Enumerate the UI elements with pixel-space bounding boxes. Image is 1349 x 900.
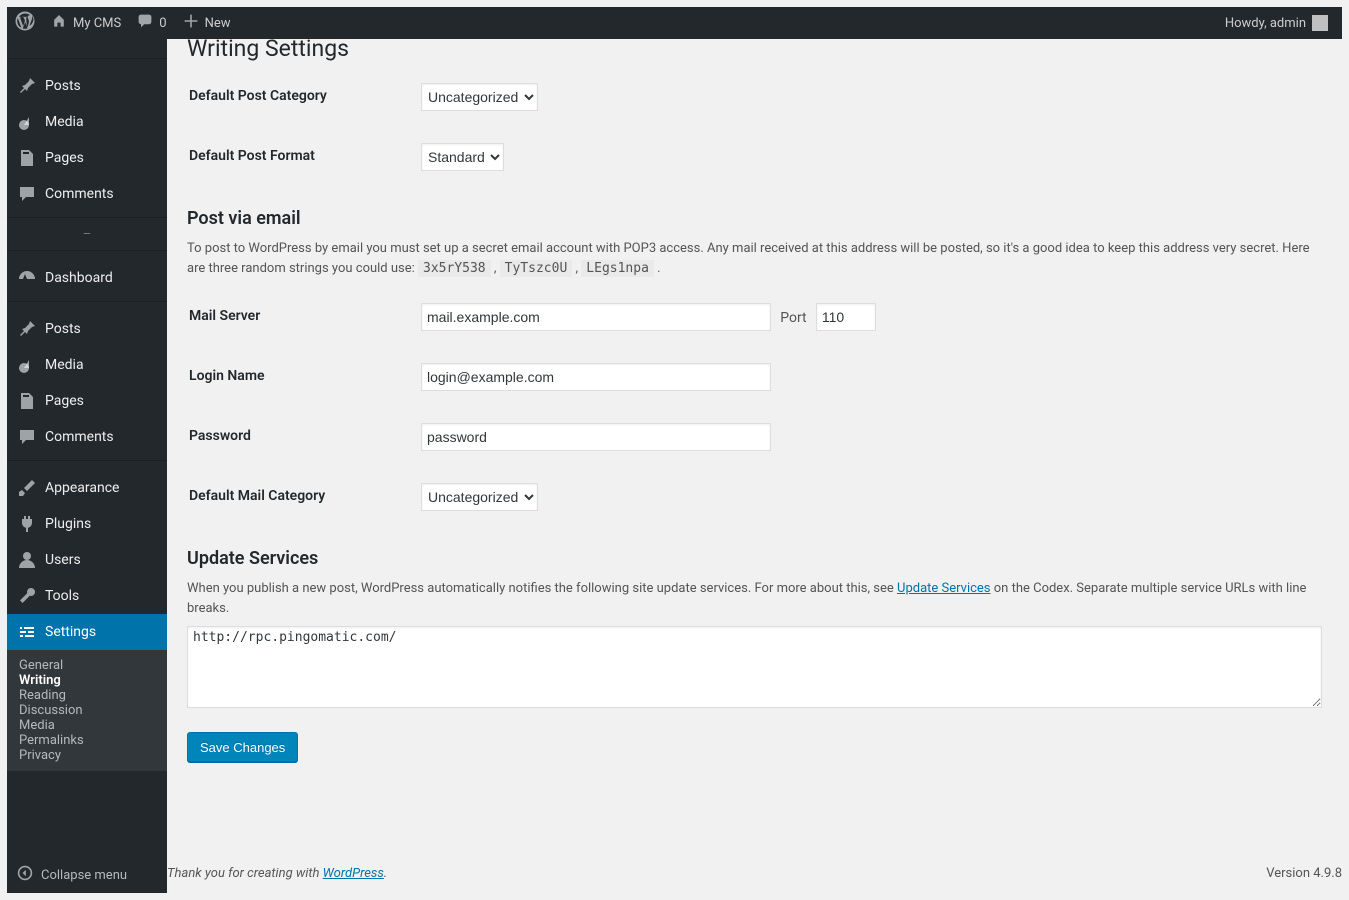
comment-icon — [137, 13, 153, 33]
admin-toolbar: My CMS 0 New Howdy, admin — [7, 7, 1342, 39]
sidebar-item-pages-b[interactable]: Pages — [7, 383, 167, 419]
comments-link[interactable]: 0 — [129, 7, 174, 39]
avatar-icon — [1312, 15, 1328, 31]
login-name-label: Login Name — [189, 348, 409, 406]
sidebar-item-appearance[interactable]: Appearance — [7, 470, 167, 506]
new-label: New — [205, 16, 231, 31]
wrench-icon — [17, 586, 37, 606]
update-services-link[interactable]: Update Services — [897, 581, 991, 596]
mail-server-input[interactable] — [421, 303, 771, 331]
settings-submenu: General Writing Reading Discussion Media… — [7, 650, 167, 771]
collapse-icon — [17, 865, 33, 885]
password-label: Password — [189, 408, 409, 466]
port-input[interactable] — [816, 303, 876, 331]
update-services-heading: Update Services — [187, 548, 1322, 569]
mail-category-label: Default Mail Category — [189, 468, 409, 526]
port-label: Port — [780, 310, 806, 326]
sidebar-item-dashboard[interactable]: Dashboard — [7, 260, 167, 296]
pin-icon — [17, 76, 37, 96]
brush-icon — [17, 478, 37, 498]
default-format-label: Default Post Format — [189, 128, 409, 186]
pin-icon — [17, 319, 37, 339]
site-name: My CMS — [73, 16, 121, 31]
gauge-icon — [17, 39, 37, 41]
admin-footer: Thank you for creating with WordPress. V… — [167, 848, 1342, 893]
random-code-3: LEgs1npa — [581, 260, 654, 277]
mail-category-select[interactable]: Uncategorized — [421, 483, 538, 511]
account-link[interactable]: Howdy, admin — [1217, 7, 1336, 39]
sidebar-item-users[interactable]: Users — [7, 542, 167, 578]
sidebar-item-media[interactable]: Media — [7, 104, 167, 140]
collapse-menu[interactable]: Collapse menu — [7, 857, 167, 893]
update-services-desc: When you publish a new post, WordPress a… — [187, 579, 1322, 618]
comments-count: 0 — [159, 16, 166, 31]
main-content: Writing Settings Default Post Category U… — [167, 39, 1342, 893]
password-input[interactable] — [421, 423, 771, 451]
sidebar-item-plugins[interactable]: Plugins — [7, 506, 167, 542]
default-format-select[interactable]: Standard — [421, 143, 504, 171]
wordpress-link[interactable]: WordPress — [323, 866, 384, 881]
random-code-1: 3x5rY538 — [418, 260, 491, 277]
comment-icon — [17, 184, 37, 204]
howdy-text: Howdy, admin — [1225, 16, 1306, 31]
sidebar-item-media-b[interactable]: Media — [7, 347, 167, 383]
sidebar-item-comments-b[interactable]: Comments — [7, 419, 167, 455]
login-name-input[interactable] — [421, 363, 771, 391]
version-text: Version 4.9.8 — [1266, 866, 1342, 881]
mail-server-label: Mail Server — [189, 288, 409, 346]
page-icon — [17, 391, 37, 411]
new-content-link[interactable]: New — [175, 7, 239, 39]
home-icon — [51, 13, 67, 33]
default-category-label: Default Post Category — [189, 68, 409, 126]
sidebar-item-settings[interactable]: Settings — [7, 614, 167, 650]
random-code-2: TyTszc0U — [500, 260, 573, 277]
wordpress-icon — [15, 11, 35, 35]
page-title: Writing Settings — [187, 39, 1322, 66]
sidebar-item-posts[interactable]: Posts — [7, 68, 167, 104]
sliders-icon — [17, 622, 37, 642]
site-name-link[interactable]: My CMS — [43, 7, 129, 39]
sidebar-item-tools[interactable]: Tools — [7, 578, 167, 614]
admin-sidebar: Dashboard Posts Media Pages Comments – D… — [7, 39, 167, 893]
save-button[interactable]: Save Changes — [187, 732, 298, 762]
user-icon — [17, 550, 37, 570]
ping-sites-textarea[interactable]: http://rpc.pingomatic.com/ — [187, 626, 1322, 708]
plug-icon — [17, 514, 37, 534]
media-icon — [17, 355, 37, 375]
default-category-select[interactable]: Uncategorized — [421, 83, 538, 111]
sidebar-item-truncated[interactable]: Dashboard — [7, 39, 167, 49]
sidebar-item-comments[interactable]: Comments — [7, 176, 167, 212]
gauge-icon — [17, 268, 37, 288]
admin-menu: Dashboard Posts Media Pages Comments – D… — [7, 39, 167, 650]
submenu-privacy[interactable]: Privacy — [7, 743, 73, 768]
sidebar-item-posts-b[interactable]: Posts — [7, 311, 167, 347]
post-via-email-heading: Post via email — [187, 208, 1322, 229]
page-icon — [17, 148, 37, 168]
media-icon — [17, 112, 37, 132]
post-via-email-desc: To post to WordPress by email you must s… — [187, 239, 1322, 278]
comment-icon — [17, 427, 37, 447]
sidebar-item-pages[interactable]: Pages — [7, 140, 167, 176]
plus-icon — [183, 13, 199, 33]
wp-logo-menu[interactable] — [7, 7, 43, 39]
